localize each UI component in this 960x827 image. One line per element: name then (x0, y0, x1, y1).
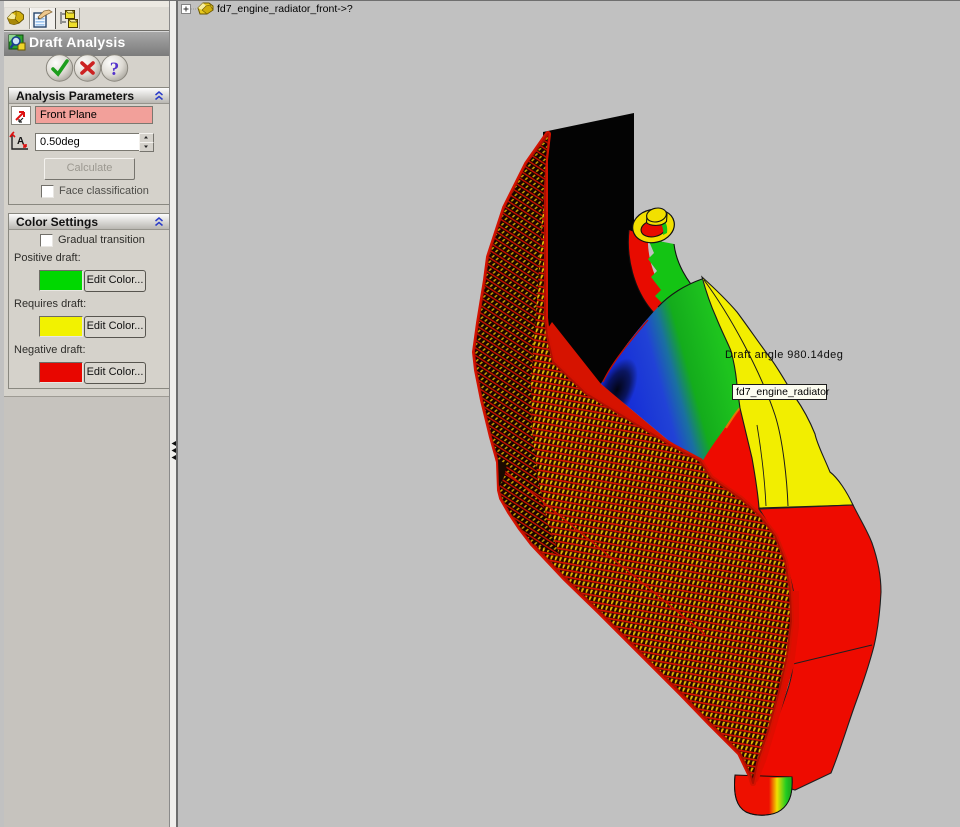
svg-text:?: ? (110, 59, 120, 80)
svg-text:A: A (17, 136, 24, 147)
